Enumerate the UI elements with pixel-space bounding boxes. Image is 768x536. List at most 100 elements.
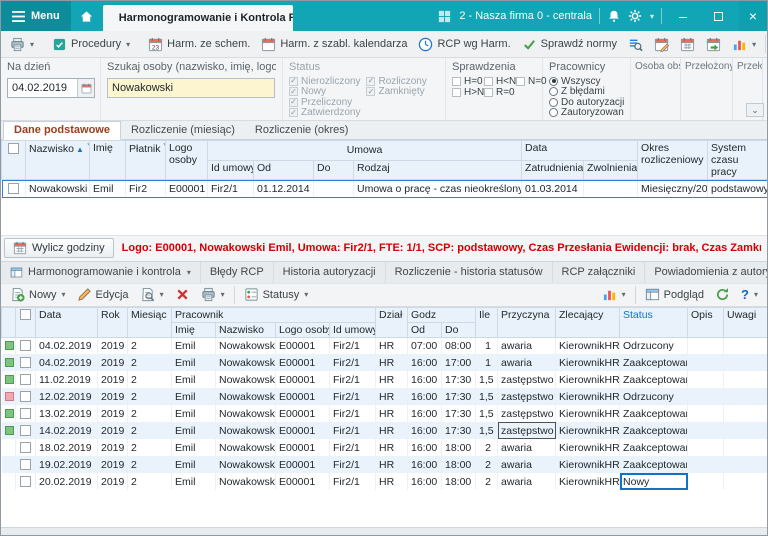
cell-miesiac[interactable]: 2 [128,337,172,354]
cell-miesiac[interactable]: 2 [128,422,172,439]
chart-button[interactable]: ▾ [727,34,761,55]
wylicz-godziny-button[interactable]: Wylicz godziny [4,238,114,258]
checkbox-zamkniety[interactable]: ✓ [366,87,375,96]
cell-przyczyna[interactable]: awaria [498,354,556,371]
cell-od[interactable]: 07:00 [408,337,442,354]
cell-miesiac[interactable]: 2 [128,354,172,371]
cell-id_umowy[interactable]: Fir2/1 [330,473,376,490]
cell-ile[interactable]: 1 [476,354,498,371]
cell-uwagi[interactable] [724,422,767,439]
cell-data[interactable]: 19.02.2019 [36,456,98,473]
radio-do-autoryzacji[interactable] [549,98,558,107]
cell-miesiac[interactable]: 2 [128,371,172,388]
row-checkbox[interactable] [20,357,31,368]
cell-id_umowy[interactable]: Fir2/1 [330,354,376,371]
col-group-pracownik[interactable]: Pracownik [172,307,376,322]
cell-id_umowy[interactable]: Fir2/1 [330,456,376,473]
checkbox-zatwierdzony[interactable]: ✓ [289,108,298,117]
cell-nazwisko[interactable]: Nowakowski [216,388,276,405]
cell-rok[interactable]: 2019 [98,405,128,422]
cell-logo_osoby[interactable]: E00001 [276,354,330,371]
radio-z-bledami[interactable] [549,87,558,96]
edit-button[interactable]: Edycja [72,284,134,305]
gear-caret-icon[interactable]: ▾ [650,12,654,21]
cell-status[interactable]: Zaakceptowany [620,354,688,371]
cell-uwagi[interactable] [724,388,767,405]
calendar-export-button[interactable] [701,34,726,55]
cell-do[interactable]: 18:00 [442,473,476,490]
tab-rcp-zalaczniki[interactable]: RCP załączniki [553,262,646,283]
cell-przyczyna[interactable]: zastępstwo [498,371,556,388]
cell-data[interactable]: 04.02.2019 [36,354,98,371]
company-name[interactable]: 2 - Nasza firma 0 - centrala [459,10,592,22]
cell-nazwisko[interactable]: Nowakowski [26,180,90,198]
cell-od[interactable]: 16:00 [408,422,442,439]
cell-data[interactable]: 18.02.2019 [36,439,98,456]
col-header-imie[interactable]: Imię [172,322,216,337]
cell-imie[interactable]: Emil [172,354,216,371]
order-row[interactable]: 04.02.201920192EmilNowakowskiE00001Fir2/… [2,337,768,354]
cell-od[interactable]: 16:00 [408,371,442,388]
cell-id_umowy[interactable]: Fir2/1 [330,405,376,422]
cell-zlecajacy[interactable]: KierownikHR [556,405,620,422]
cell-ile[interactable]: 1,5 [476,388,498,405]
cell-do[interactable]: 08:00 [442,337,476,354]
cell-nazwisko[interactable]: Nowakowski [216,439,276,456]
cell-status[interactable]: Odrzucony [620,337,688,354]
extra-column-przelozony[interactable]: Przełożony k [681,58,733,120]
cell-od[interactable]: 01.12.2014 [254,180,314,198]
chart-button[interactable]: ▾ [597,284,631,305]
cell-ile[interactable]: 1,5 [476,422,498,439]
col-header-system[interactable]: System czasu pracy [708,141,768,180]
menu-button[interactable]: Menu [1,1,71,31]
cell-dzial[interactable]: HR [376,439,408,456]
cell-dzial[interactable]: HR [376,473,408,490]
cell-do[interactable] [314,180,354,198]
cell-przyczyna[interactable]: awaria [498,473,556,490]
cell-imie[interactable]: Emil [172,337,216,354]
cell-logo_osoby[interactable]: E00001 [276,405,330,422]
order-row[interactable]: 19.02.201920192EmilNowakowskiE00001Fir2/… [2,456,768,473]
cell-opis[interactable] [688,388,724,405]
cell-dzial[interactable]: HR [376,388,408,405]
cell-status[interactable]: Zaakceptowany [620,456,688,473]
cell-do[interactable]: 17:30 [442,422,476,439]
cell-logo_osoby[interactable]: E00001 [276,337,330,354]
cell-data[interactable]: 04.02.2019 [36,337,98,354]
cell-imie[interactable]: Emil [172,405,216,422]
cell-data[interactable]: 13.02.2019 [36,405,98,422]
cell-ile[interactable]: 1,5 [476,405,498,422]
col-header-okres[interactable]: Okres rozliczeniowy [638,141,708,180]
cell-miesiac[interactable]: 2 [128,456,172,473]
cell-do[interactable]: 18:00 [442,439,476,456]
cell-nazwisko[interactable]: Nowakowski [216,371,276,388]
cell-przyczyna[interactable]: zastępstwo [498,422,556,439]
cell-opis[interactable] [688,439,724,456]
tab-rozliczenie-historia[interactable]: Rozliczenie - historia statusów [386,262,553,283]
cell-uwagi[interactable] [724,439,767,456]
checkbox-przeliczony[interactable]: ✓ [289,98,298,107]
cell-dzial[interactable]: HR [376,371,408,388]
cell-opis[interactable] [688,473,724,490]
order-row[interactable]: 20.02.201920192EmilNowakowskiE00001Fir2/… [2,473,768,490]
cell-nazwisko[interactable]: Nowakowski [216,337,276,354]
cell-przyczyna[interactable]: zastępstwo [498,405,556,422]
cell-do[interactable]: 17:30 [442,371,476,388]
cell-dzial[interactable]: HR [376,354,408,371]
col-header-data[interactable]: Data [36,307,98,337]
row-checkbox[interactable] [20,408,31,419]
order-row[interactable]: 13.02.201920192EmilNowakowskiE00001Fir2/… [2,405,768,422]
cell-zlecajacy[interactable]: KierownikHR [556,388,620,405]
list-search-button[interactable] [623,34,648,55]
cell-miesiac[interactable]: 2 [128,439,172,456]
col-header-opis[interactable]: Opis [688,307,724,337]
cell-do[interactable]: 18:00 [442,456,476,473]
col-header-do[interactable]: Do [314,160,354,180]
tab-powiadomienia[interactable]: Powiadomienia z autoryzacji RCP [645,262,768,283]
cell-od[interactable]: 16:00 [408,405,442,422]
cell-nazwisko[interactable]: Nowakowski [216,405,276,422]
calendar-edit-button[interactable] [649,34,674,55]
col-header-ile[interactable]: Ile [476,307,498,337]
col-header-zatrudnienia[interactable]: Zatrudnienia [522,160,584,180]
cell-nazwisko[interactable]: Nowakowski [216,473,276,490]
